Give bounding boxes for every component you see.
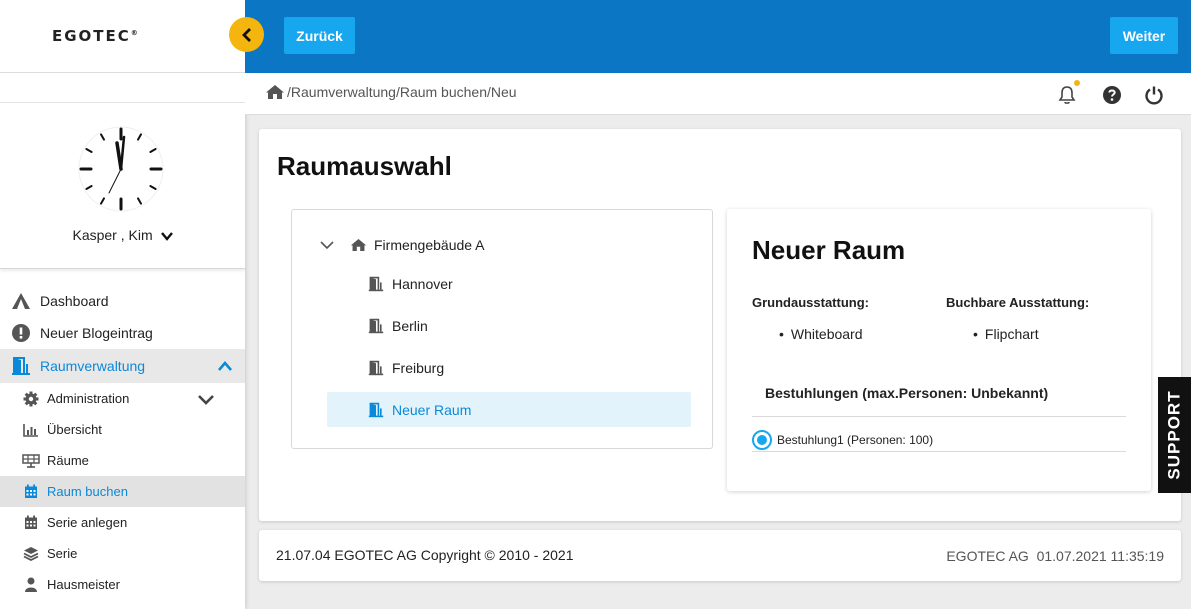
sidebar-item-label: Räume [47,453,89,468]
chevron-down-icon[interactable] [320,240,334,250]
room-selection-card: Raumauswahl Firmengebäude A Hannover Ber… [259,129,1181,521]
logo[interactable]: EGOTEC® [52,27,140,45]
footer-copyright: 21.07.04 EGOTEC AG Copyright © 2010 - 20… [276,547,574,563]
sidebar-item-raumverwaltung[interactable]: Raumverwaltung [0,349,245,383]
sidebar-nav: Dashboard Neuer Blogeintrag Raumverwaltu… [0,285,245,600]
tent-icon [10,290,32,312]
door-icon [368,318,384,333]
support-tab[interactable]: SUPPORT [1158,377,1191,493]
notifications-button[interactable] [1057,80,1080,110]
room-title: Neuer Raum [752,235,906,265]
layers-icon [22,545,40,563]
top-bar: Zurück Weiter [245,0,1191,73]
alert-circle-icon [10,322,32,344]
seating-radio[interactable] [752,430,772,450]
notification-badge [1074,80,1080,86]
chevron-down-icon[interactable] [197,393,215,405]
tree-node-label: Berlin [392,317,428,334]
tree-node-label: Neuer Raum [392,401,472,418]
sidebar-item-label: Administration [47,391,130,406]
breadcrumb-path[interactable]: /Raumverwaltung/Raum buchen/Neu [287,84,517,100]
solar-panel-icon [22,452,40,470]
breadcrumb: /Raumverwaltung/Raum buchen/Neu [265,84,517,100]
sidebar-item-administration[interactable]: Administration [0,383,245,414]
home-icon [350,239,367,251]
room-tree: Firmengebäude A Hannover Berlin Freiburg… [291,209,713,449]
divider [752,416,1126,417]
sidebar-strip [0,73,245,103]
seating-option-label: Bestuhlung1 (Personen: 100) [777,433,934,447]
user-name-label: Kasper , Kim [72,227,153,243]
seating-option[interactable]: Bestuhlung1 (Personen: 100) [752,430,933,450]
clock-icon [78,126,164,212]
collapse-sidebar-button[interactable] [229,17,264,52]
logout-button[interactable] [1144,85,1164,110]
basic-equipment-heading: Grundausstattung: [752,295,869,310]
divider [752,451,1126,452]
sidebar-item-label: Serie [47,546,78,561]
calendar-icon [22,514,40,532]
sidebar: EGOTEC® Kasper , Kim Dashboard Neuer Blo… [0,0,245,609]
bell-icon [1058,86,1076,104]
footer-timestamp: EGOTEC AG 01.07.2021 11:35:19 [946,548,1164,564]
sidebar-item-hausmeister[interactable]: Hausmeister [0,569,245,600]
chevron-down-icon [160,232,173,242]
sidebar-item-label: Raum buchen [47,484,128,499]
seating-heading: Bestuhlungen (max.Personen: Unbekannt) [765,385,1049,401]
sidebar-item-dashboard[interactable]: Dashboard [0,285,245,317]
sidebar-item-blog[interactable]: Neuer Blogeintrag [0,317,245,349]
chevron-up-icon[interactable] [217,360,233,372]
tree-node-berlin[interactable]: Berlin [327,308,691,343]
sidebar-item-uebersicht[interactable]: Übersicht [0,414,245,445]
sidebar-item-label: Neuer Blogeintrag [40,325,153,341]
door-icon [368,276,384,291]
chevron-left-icon [241,27,251,42]
calendar-icon [22,483,40,501]
room-detail-card: Neuer Raum Grundausstattung: Buchbare Au… [727,209,1151,491]
next-button[interactable]: Weiter [1110,17,1178,54]
door-icon [368,402,384,417]
sidebar-item-raeume[interactable]: Räume [0,445,245,476]
sidebar-item-label: Hausmeister [47,577,120,592]
sidebar-item-raum-buchen[interactable]: Raum buchen [0,476,245,507]
footer: 21.07.04 EGOTEC AG Copyright © 2010 - 20… [259,530,1181,581]
tree-node-label: Hannover [392,275,453,292]
help-icon [1103,86,1121,104]
power-icon [1145,86,1163,105]
home-icon[interactable] [265,84,285,100]
bookable-equipment-heading: Buchbare Ausstattung: [946,295,1090,310]
help-button[interactable] [1102,85,1122,110]
logo-area: EGOTEC® [0,0,245,73]
sidebar-item-label: Raumverwaltung [40,358,146,374]
back-button[interactable]: Zurück [284,17,355,54]
tree-node-label: Freiburg [392,359,445,376]
breadcrumb-bar: /Raumverwaltung/Raum buchen/Neu [245,73,1191,115]
door-icon [10,355,32,377]
user-icon [22,576,40,594]
bookable-equipment-item: Flipchart [973,326,1039,342]
sidebar-item-label: Übersicht [47,422,102,437]
tree-node-hannover[interactable]: Hannover [327,266,691,301]
sidebar-item-serie[interactable]: Serie [0,538,245,569]
basic-equipment-item: Whiteboard [779,326,863,342]
door-icon [368,360,384,375]
support-label: SUPPORT [1164,390,1184,480]
tree-root[interactable]: Firmengebäude A [320,237,485,253]
sidebar-item-serie-anlegen[interactable]: Serie anlegen [0,507,245,538]
bar-chart-icon [22,421,40,439]
tree-node-neuer-raum[interactable]: Neuer Raum [327,392,691,427]
gear-icon [22,390,40,408]
sidebar-item-label: Serie anlegen [47,515,128,530]
tree-root-label: Firmengebäude A [374,237,485,253]
tree-node-freiburg[interactable]: Freiburg [327,350,691,385]
page-title: Raumauswahl [277,151,452,181]
user-menu[interactable]: Kasper , Kim [0,227,245,243]
sidebar-item-label: Dashboard [40,293,109,309]
user-area: Kasper , Kim [0,103,245,269]
